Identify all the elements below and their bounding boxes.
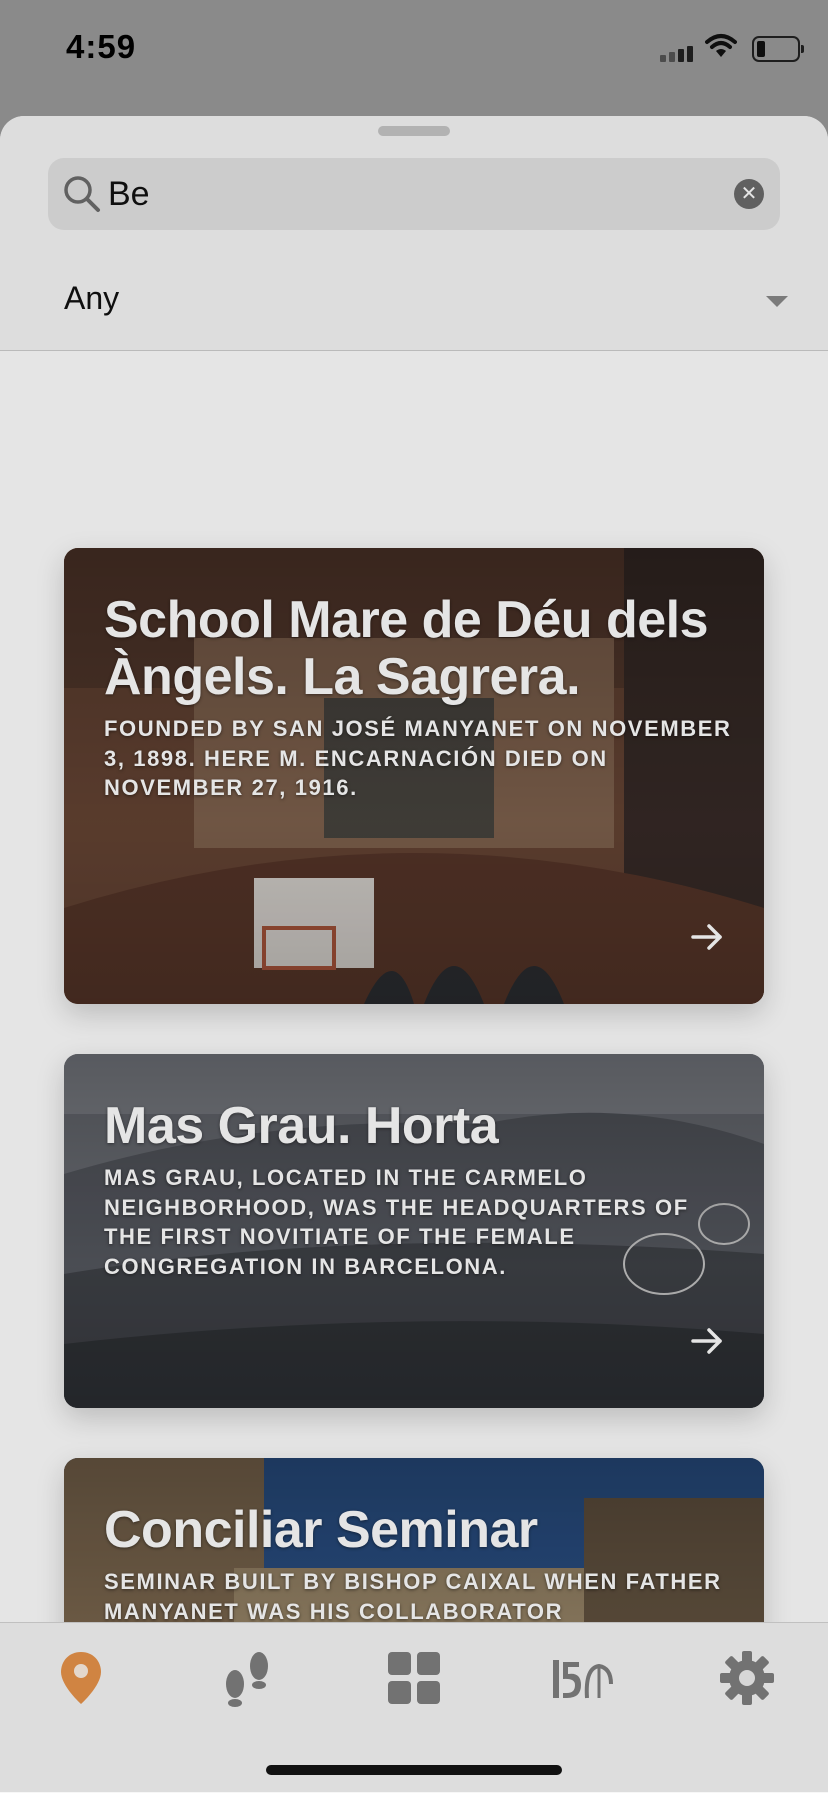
tab-routes[interactable] bbox=[202, 1643, 292, 1713]
map-pin-icon bbox=[61, 1652, 101, 1704]
anniversary-150-icon bbox=[553, 1660, 613, 1699]
sheet-grabber[interactable] bbox=[378, 126, 450, 136]
card-title: Conciliar Seminar bbox=[104, 1501, 538, 1559]
filter-selected-value: Any bbox=[64, 280, 120, 316]
status-bar: 4:59 bbox=[0, 0, 828, 110]
status-icons bbox=[608, 30, 828, 70]
card-text: Mas Grau. Horta Mas Grau, located in the… bbox=[104, 1098, 744, 1281]
gear-icon bbox=[720, 1651, 774, 1705]
search-input[interactable] bbox=[108, 168, 708, 220]
search-bar[interactable]: ✕ bbox=[48, 158, 780, 230]
place-card[interactable]: Mas Grau. Horta Mas Grau, located in the… bbox=[64, 1054, 764, 1408]
card-title: School Mare de Déu dels Àngels. La Sagre… bbox=[104, 591, 709, 706]
card-description: Mas Grau, located in the Carmelo neighbo… bbox=[104, 1165, 689, 1279]
sheet-header: ✕ Any bbox=[0, 116, 828, 351]
search-sheet: ✕ Any School Mare de bbox=[0, 116, 828, 1792]
card-description: Founded by San José Manyanet on November… bbox=[104, 716, 732, 800]
tab-places[interactable] bbox=[36, 1643, 126, 1713]
place-card[interactable]: School Mare de Déu dels Àngels. La Sagre… bbox=[64, 548, 764, 1004]
grid-icon bbox=[388, 1652, 440, 1704]
clear-search-button[interactable]: ✕ bbox=[734, 179, 764, 209]
places-list[interactable]: School Mare de Déu dels Àngels. La Sagre… bbox=[0, 352, 828, 1740]
close-icon: ✕ bbox=[740, 183, 758, 205]
card-title: Mas Grau. Horta bbox=[104, 1097, 499, 1155]
card-text: Conciliar Seminar Seminar built by bisho… bbox=[104, 1502, 744, 1626]
tab-anniversary[interactable] bbox=[536, 1643, 626, 1713]
card-description: Seminar built by bishop Caixal when fath… bbox=[104, 1569, 722, 1624]
arrow-right-icon[interactable] bbox=[690, 920, 724, 954]
category-filter-dropdown[interactable]: Any bbox=[0, 256, 828, 348]
battery-icon bbox=[752, 36, 804, 62]
arrow-right-icon[interactable] bbox=[690, 1324, 724, 1358]
card-text: School Mare de Déu dels Àngels. La Sagre… bbox=[104, 592, 744, 803]
tab-catalog[interactable] bbox=[369, 1643, 459, 1713]
search-icon bbox=[64, 176, 100, 212]
home-indicator[interactable] bbox=[266, 1765, 562, 1775]
wifi-icon bbox=[705, 34, 737, 57]
footsteps-icon bbox=[226, 1652, 268, 1707]
chevron-down-icon bbox=[766, 296, 788, 307]
tab-settings[interactable] bbox=[702, 1643, 792, 1713]
status-time: 4:59 bbox=[66, 28, 137, 65]
